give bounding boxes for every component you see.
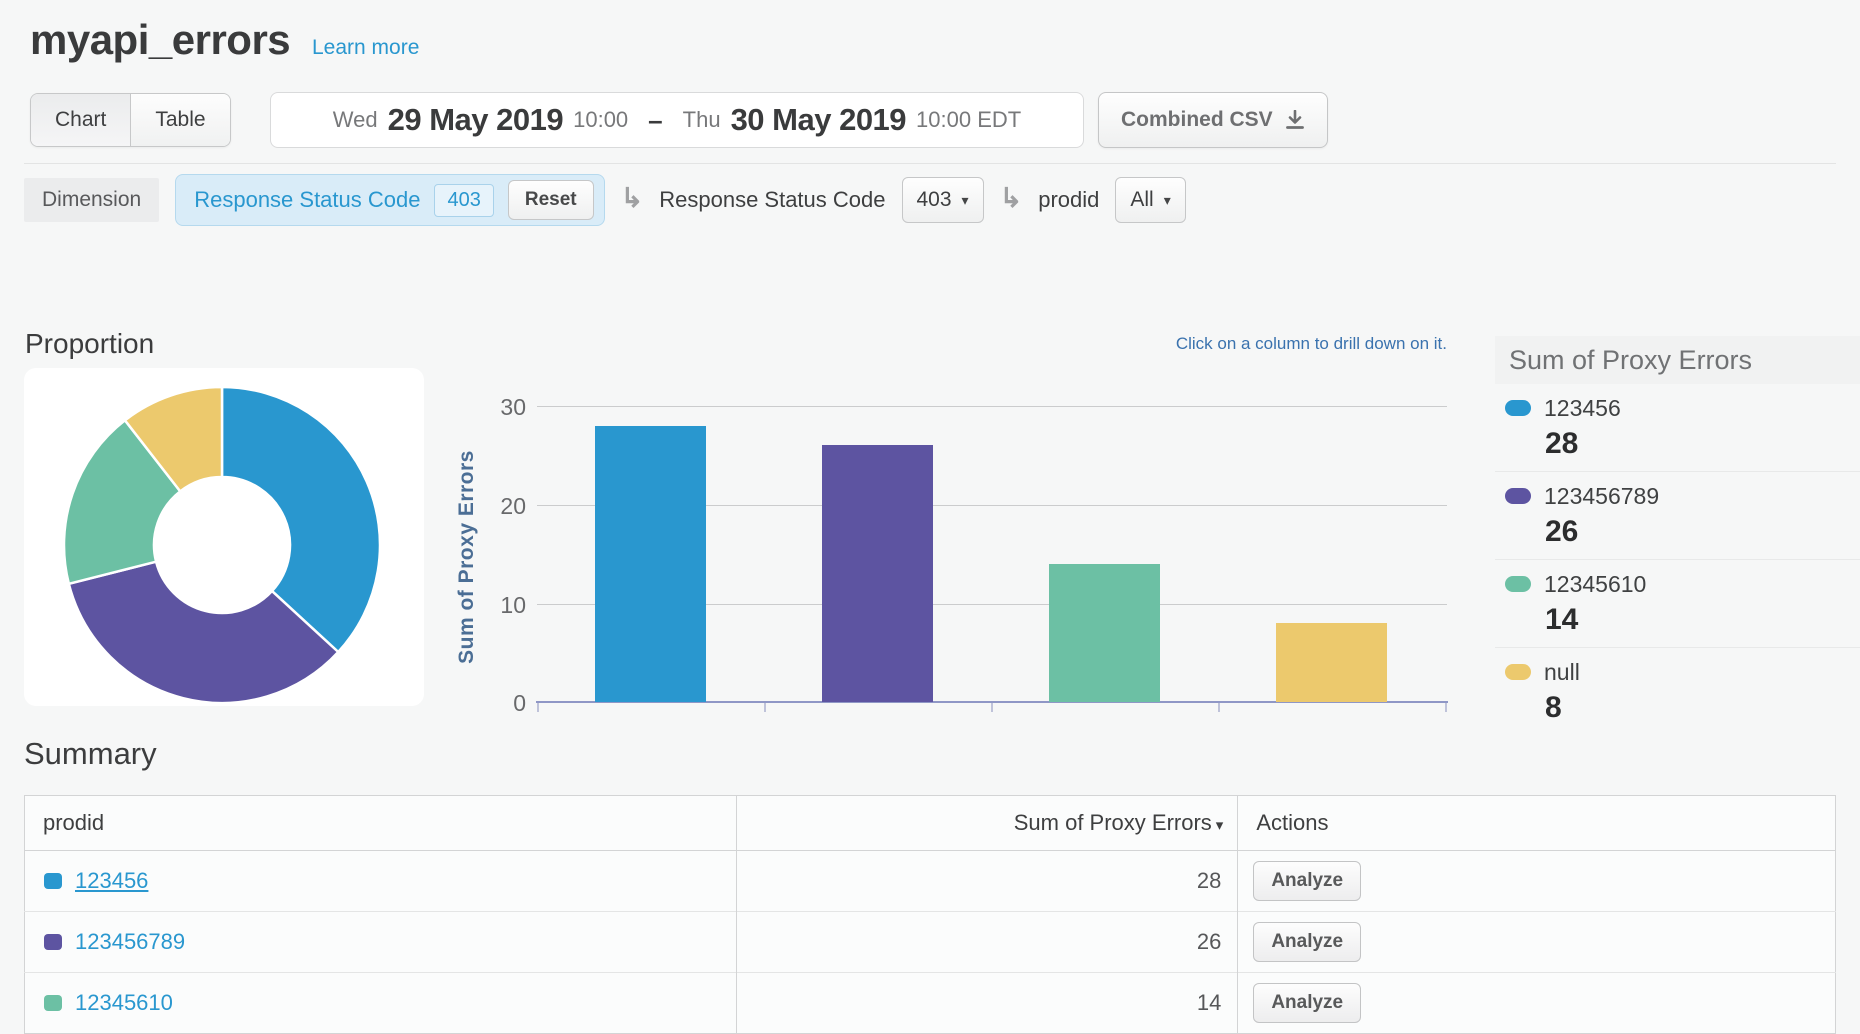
column-header-prodid[interactable]: prodid — [25, 796, 737, 851]
dimension-row: Dimension Response Status Code 403 Reset… — [24, 174, 1186, 226]
legend-swatch-green — [1505, 576, 1531, 592]
drilldown-2-label: prodid — [1038, 187, 1099, 213]
bar-column-null[interactable] — [1276, 623, 1387, 702]
drilldown-1-label: Response Status Code — [659, 187, 885, 213]
x-axis-tick — [991, 703, 993, 712]
end-date: 30 May 2019 — [731, 102, 906, 138]
reset-button[interactable]: Reset — [508, 180, 594, 220]
legend-value: 8 — [1545, 691, 1860, 725]
legend-value: 14 — [1545, 603, 1860, 637]
drilldown-1-value: 403 — [917, 188, 952, 212]
sum-value: 14 — [736, 973, 1238, 1034]
sum-value: 26 — [736, 912, 1238, 973]
drilldown-arrow-icon: ↳ — [1000, 185, 1023, 212]
gridline-30 — [537, 406, 1447, 407]
tab-chart[interactable]: Chart — [31, 94, 130, 146]
bar-column-123456789[interactable] — [822, 445, 933, 702]
y-tick-10: 10 — [462, 592, 526, 619]
combined-csv-button[interactable]: Combined CSV — [1098, 92, 1328, 148]
y-tick-0: 0 — [462, 690, 526, 717]
drilldown-2-value: All — [1130, 188, 1153, 212]
prodid-link[interactable]: 123456 — [75, 868, 148, 894]
drilldown-2-dropdown[interactable]: All ▾ — [1115, 177, 1185, 223]
legend-label: 123456 — [1544, 395, 1621, 422]
sum-value: 28 — [736, 851, 1238, 912]
bar-column-123456[interactable] — [595, 426, 706, 702]
date-range-separator: – — [648, 105, 662, 136]
sort-desc-icon: ▾ — [1216, 817, 1224, 834]
series-swatch-blue — [44, 873, 62, 889]
drilldown-hint: Click on a column to drill down on it. — [900, 334, 1447, 354]
date-range-picker[interactable]: Wed 29 May 2019 10:00 – Thu 30 May 2019 … — [270, 92, 1084, 148]
proportion-title: Proportion — [25, 328, 154, 360]
active-filter-pill: Response Status Code 403 Reset — [175, 174, 604, 226]
legend-label: null — [1544, 659, 1580, 686]
table-row: 123456789 26 Analyze — [25, 912, 1836, 973]
start-time: 10:00 — [573, 107, 628, 133]
prodid-link[interactable]: 12345610 — [75, 990, 173, 1016]
column-header-sum[interactable]: Sum of Proxy Errors▾ — [736, 796, 1238, 851]
active-filter-name: Response Status Code — [194, 187, 420, 213]
summary-title: Summary — [24, 736, 157, 772]
x-axis-tick — [537, 703, 539, 712]
legend-item: 123456 28 — [1495, 384, 1860, 471]
analyze-button[interactable]: Analyze — [1253, 922, 1361, 962]
active-filter-value-chip: 403 — [434, 184, 493, 217]
bar-column-12345610[interactable] — [1049, 564, 1160, 702]
x-axis-tick — [1445, 703, 1447, 712]
analyze-button[interactable]: Analyze — [1253, 861, 1361, 901]
analyze-button[interactable]: Analyze — [1253, 983, 1361, 1023]
chevron-down-icon: ▾ — [1164, 192, 1171, 209]
table-header-row: prodid Sum of Proxy Errors▾ Actions — [25, 796, 1836, 851]
series-swatch-green — [44, 995, 62, 1011]
tab-table[interactable]: Table — [130, 94, 229, 146]
y-axis-label: Sum of Proxy Errors — [455, 450, 479, 664]
chart-table-toggle: Chart Table — [30, 93, 231, 147]
legend-item: 12345610 14 — [1495, 559, 1860, 647]
dimension-label: Dimension — [24, 178, 159, 222]
legend-item: 123456789 26 — [1495, 471, 1860, 559]
legend-label: 123456789 — [1544, 483, 1659, 510]
end-day: Thu — [683, 107, 721, 133]
learn-more-link[interactable]: Learn more — [312, 36, 419, 60]
column-header-sum-label: Sum of Proxy Errors — [1014, 810, 1212, 835]
prodid-link[interactable]: 123456789 — [75, 929, 185, 955]
table-row: 123456 28 Analyze — [25, 851, 1836, 912]
y-tick-20: 20 — [462, 493, 526, 520]
legend-swatch-blue — [1505, 400, 1531, 416]
legend-panel: Sum of Proxy Errors 123456 28 123456789 … — [1495, 336, 1860, 735]
proportion-card — [24, 368, 424, 706]
legend-swatch-purple — [1505, 488, 1531, 504]
table-row: 12345610 14 Analyze — [25, 973, 1836, 1034]
drilldown-1-dropdown[interactable]: 403 ▾ — [902, 177, 984, 223]
proportion-donut-chart[interactable] — [52, 375, 392, 715]
series-swatch-purple — [44, 934, 62, 950]
x-axis-tick — [1218, 703, 1220, 712]
column-header-actions: Actions — [1238, 796, 1836, 851]
x-axis-tick — [764, 703, 766, 712]
summary-table: prodid Sum of Proxy Errors▾ Actions 1234… — [24, 795, 1836, 1034]
start-date: 29 May 2019 — [388, 102, 563, 138]
drilldown-arrow-icon: ↳ — [621, 185, 644, 212]
legend-value: 26 — [1545, 515, 1860, 549]
legend-swatch-yellow — [1505, 664, 1531, 680]
legend-label: 12345610 — [1544, 571, 1646, 598]
start-day: Wed — [333, 107, 378, 133]
legend-value: 28 — [1545, 427, 1860, 461]
y-tick-30: 30 — [462, 394, 526, 421]
download-icon — [1285, 110, 1305, 130]
legend-item: null 8 — [1495, 647, 1860, 735]
legend-title: Sum of Proxy Errors — [1495, 336, 1860, 384]
chevron-down-icon: ▾ — [962, 192, 969, 209]
toolbar-divider — [24, 163, 1836, 164]
page-title: myapi_errors — [30, 16, 290, 64]
end-time: 10:00 EDT — [916, 107, 1021, 133]
combined-csv-label: Combined CSV — [1121, 108, 1273, 132]
